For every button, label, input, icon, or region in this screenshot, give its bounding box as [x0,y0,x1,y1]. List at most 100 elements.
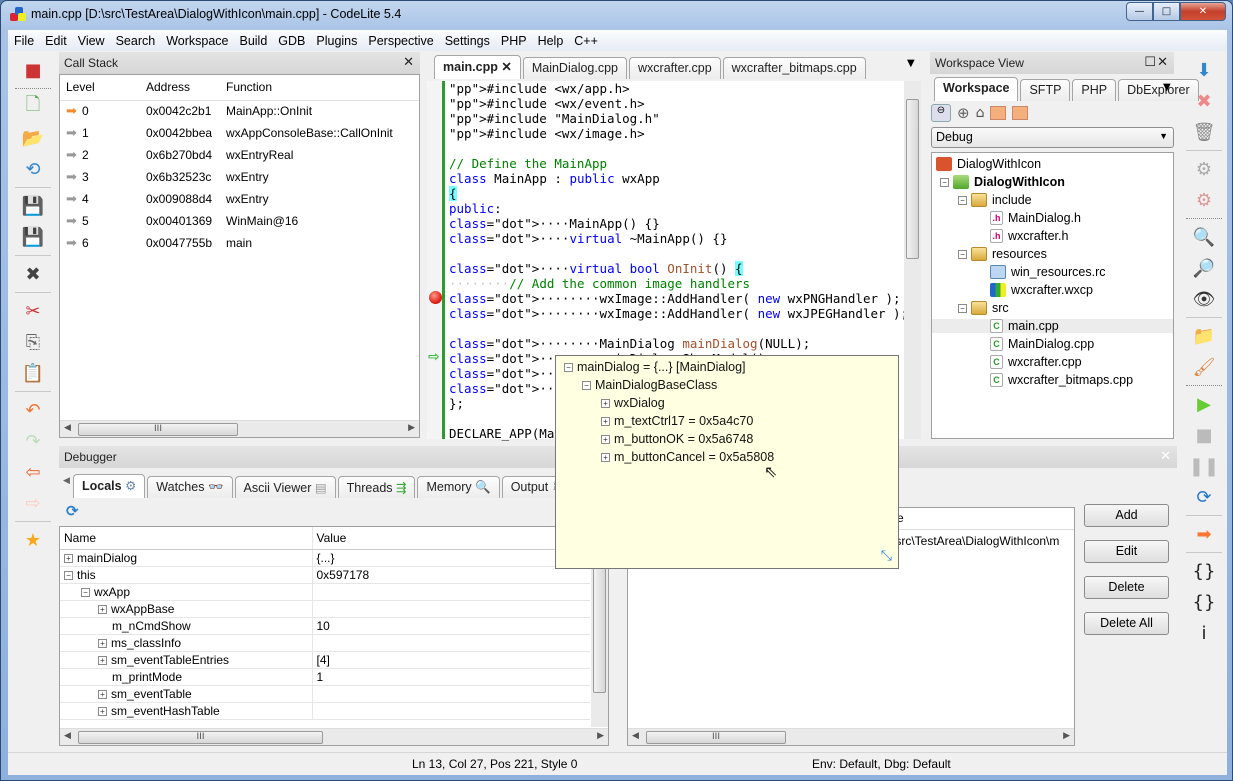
tree-item-wxcrafter-h[interactable]: .h wxcrafter.h [990,229,1068,243]
tree-item-dialogwithicon[interactable]: DialogWithIcon [936,157,1041,171]
collapse-icon[interactable]: − [564,363,573,373]
editor-vscrollbar[interactable] [904,81,921,439]
home-icon[interactable]: ⌂ [976,105,985,121]
stop-execute-button[interactable]: ⚙ [1190,186,1218,214]
col-level[interactable]: Level [60,75,140,101]
expand-icon[interactable]: + [98,689,107,699]
project-settings-icon[interactable] [990,106,1007,120]
code-line[interactable]: class="dot">········MainDialog mainDialo… [449,336,908,351]
workspace-settings-icon[interactable] [1012,106,1029,120]
tree-item-main-cpp[interactable]: Cmain.cpp [932,319,1173,333]
tab-memory[interactable]: Memory 🔍 [417,476,500,498]
call-stack-row[interactable]: ➡ 6 0x0047755b main [60,232,419,254]
reload-button[interactable]: ⟲ [19,155,47,183]
call-stack-row[interactable]: ➡ 4 0x009088d4 wxEntry [60,188,419,210]
tab-maindialog-cpp[interactable]: MainDialog.cpp [522,57,628,79]
undo-button[interactable]: ↶ [19,396,47,424]
add-icon[interactable]: ⊕ [957,104,970,122]
code-line[interactable]: "pp">#include <wx/image.h> [449,126,908,141]
locals-row[interactable]: + sm_eventTableEntries [4] [60,651,590,669]
code-line[interactable]: class="dot">········wxImage::AddHandler(… [449,306,908,321]
menu-edit[interactable]: Edit [45,34,67,48]
expand-icon[interactable]: + [98,604,107,614]
tree-item-wxcrafter-cpp[interactable]: Cwxcrafter.cpp [990,355,1082,369]
tooltip-member[interactable]: + wxDialog [601,396,665,410]
tree-item-wxcrafter-bitmaps-cpp[interactable]: Cwxcrafter_bitmaps.cpp [990,373,1133,387]
tab-wxcrafter-cpp[interactable]: wxcrafter.cpp [629,57,721,79]
locals-row[interactable]: m_nCmdShow 10 [60,617,590,635]
breakpoint-row-path[interactable]: \src\TestArea\DialogWithIcon\m [892,534,1059,548]
workspace-close-icon[interactable]: ✕ [1157,54,1168,70]
menu-file[interactable]: File [14,34,34,48]
forward-button[interactable]: ⇨ [19,489,47,517]
locals-row[interactable]: − this 0x597178 [60,566,590,584]
maximize-button[interactable]: □ [1153,2,1180,21]
locals-hscrollbar[interactable]: ◀ III ▶ [60,728,608,745]
local-value-cell[interactable]: 1 [312,668,590,686]
workspace-tabs-dropdown-icon[interactable]: ▼ [1163,82,1171,93]
tab-scroll-left-icon[interactable]: ◀ [63,476,70,486]
tab-php[interactable]: PHP [1072,79,1117,101]
menu-perspective[interactable]: Perspective [368,34,433,48]
col-function[interactable]: Function [220,75,419,101]
local-value-cell[interactable] [312,685,590,703]
menu-php[interactable]: PHP [501,34,527,48]
tooltip-child[interactable]: − MainDialogBaseClass [582,378,717,392]
locals-row[interactable]: − wxApp [60,583,590,601]
menu-cpp[interactable]: C++ [574,34,598,48]
editor-gutter[interactable]: ⇨ [427,81,445,439]
collapse-icon[interactable]: − [81,587,90,597]
workspace-float-icon[interactable]: ☐ [1144,54,1156,70]
tab-locals[interactable]: Locals ⚙ [73,474,146,498]
code-line[interactable] [449,246,908,261]
tab-main-cpp[interactable]: main.cpp ✕ [434,55,521,79]
cut-button[interactable]: ✂ [19,297,47,325]
local-value-cell[interactable]: [4] [312,651,590,669]
open-folder-button[interactable]: 📂 [19,124,47,152]
step-out-button[interactable]: i [1190,619,1218,647]
locals-row[interactable]: + ms_classInfo [60,634,590,652]
collapse-icon[interactable]: − [64,570,73,580]
tree-item-wxcrafter-wxcp[interactable]: wxcrafter.wxcp [990,283,1093,297]
delete-all-breakpoints-button[interactable]: Delete All [1084,612,1169,635]
tooltip-member[interactable]: + m_textCtrl17 = 0x5a4c70 [601,414,753,428]
expand-icon[interactable]: + [98,655,107,665]
step-over-button[interactable]: {} [1190,588,1218,616]
expand-icon[interactable]: + [64,553,73,563]
expand-icon[interactable]: + [98,638,107,648]
redo-button[interactable]: ↷ [19,427,47,455]
menu-help[interactable]: Help [538,34,564,48]
collapse-icon[interactable]: − [958,303,967,313]
show-next-statement-button[interactable]: ➡ [1190,520,1218,548]
menu-plugins[interactable]: Plugins [316,34,357,48]
back-button[interactable]: ⇦ [19,458,47,486]
paste-button[interactable]: 📋 [19,359,47,387]
local-value-cell[interactable] [312,583,590,601]
collapse-icon[interactable]: − [940,177,949,187]
expand-icon[interactable]: + [601,435,610,445]
local-value-cell[interactable]: 0x597178 [312,566,590,584]
locals-vscrollbar[interactable] [591,549,608,727]
tab-sftp[interactable]: SFTP [1020,79,1071,101]
step-in-button[interactable]: {} [1190,557,1218,585]
call-stack-row[interactable]: ➡ 2 0x6b270bd4 wxEntryReal [60,144,419,166]
call-stack-row[interactable]: ➡ 1 0x0042bbea wxAppConsoleBase::CallOnInit [60,122,419,144]
locals-row[interactable]: m_printMode 1 [60,668,590,686]
locals-row[interactable]: + mainDialog {...} [60,549,590,567]
code-line[interactable]: class="dot">········wxImage::AddHandler(… [449,291,908,306]
save-button[interactable]: 💾 [19,192,47,220]
open-resource-button[interactable]: 📁 [1190,322,1218,350]
menu-search[interactable]: Search [116,34,156,48]
tree-item-dialogwithicon[interactable]: − DialogWithIcon [940,175,1065,189]
local-value-cell[interactable]: 10 [312,617,590,635]
call-stack-row[interactable]: ➡ 0 0x0042c2b1 MainApp::OnInit [60,100,419,122]
tab-watches[interactable]: Watches 👓 [147,476,233,498]
local-value-cell[interactable] [312,702,590,720]
breakpoints-hscrollbar[interactable]: ◀ III ▶ [628,728,1074,745]
close-window-button[interactable]: ✕ [1180,2,1226,21]
highlight-button[interactable]: 🖌 [1190,353,1218,381]
debug-pause-button[interactable]: ❚❚ [1189,452,1219,480]
tab-workspace[interactable]: Workspace [934,77,1019,101]
tab-ascii-viewer[interactable]: Ascii Viewer ▤ [234,476,336,498]
tab-threads[interactable]: Threads ⇶ [337,476,416,498]
